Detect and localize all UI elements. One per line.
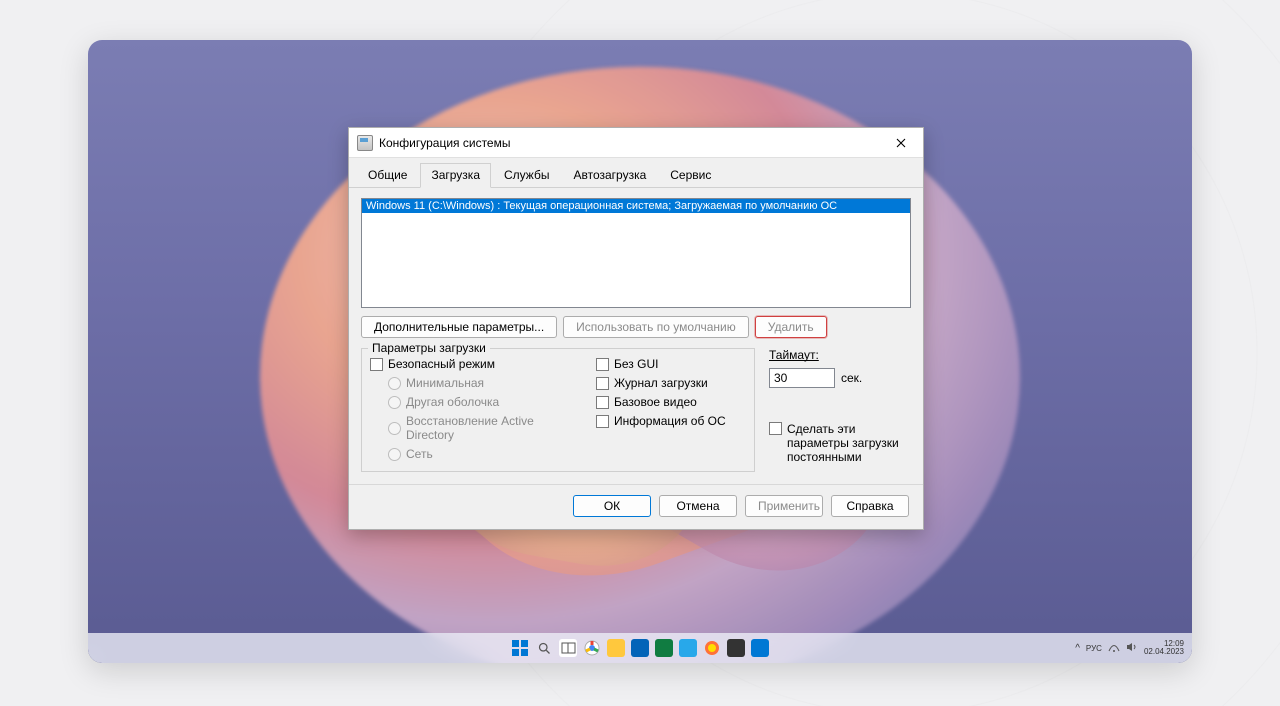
start-button[interactable] <box>511 639 529 657</box>
radio-icon <box>388 448 401 461</box>
set-default-button: Использовать по умолчанию <box>563 316 749 338</box>
osinfo-label: Информация об ОС <box>614 414 726 428</box>
excel-icon[interactable] <box>655 639 673 657</box>
radio-icon <box>388 396 401 409</box>
tab-bar: Общие Загрузка Службы Автозагрузка Серви… <box>349 158 923 188</box>
taskbar[interactable]: ^ РУС 12:09 02.04.2023 <box>88 633 1192 663</box>
search-icon[interactable] <box>535 639 553 657</box>
tab-boot[interactable]: Загрузка <box>420 163 491 188</box>
boot-params-group: Параметры загрузки Безопасный режим Мини… <box>361 348 755 472</box>
close-icon <box>896 136 906 151</box>
edge-icon[interactable] <box>679 639 697 657</box>
bootlog-checkbox[interactable]: Журнал загрузки <box>596 376 746 390</box>
safeboot-label: Безопасный режим <box>388 357 495 371</box>
minimal-label: Минимальная <box>406 376 484 390</box>
checkbox-icon[interactable] <box>769 422 782 435</box>
checkbox-icon[interactable] <box>596 358 609 371</box>
settings-icon[interactable] <box>751 639 769 657</box>
basevideo-checkbox[interactable]: Базовое видео <box>596 395 746 409</box>
safeboot-altshell-radio: Другая оболочка <box>388 395 580 409</box>
safe-boot-column: Безопасный режим Минимальная Другая обол… <box>370 357 580 461</box>
tab-general[interactable]: Общие <box>357 163 418 188</box>
checkbox-icon[interactable] <box>596 415 609 428</box>
radio-icon <box>388 377 401 390</box>
word-icon[interactable] <box>631 639 649 657</box>
timeout-label: Таймаут: <box>769 348 911 362</box>
tab-startup[interactable]: Автозагрузка <box>562 163 657 188</box>
clock[interactable]: 12:09 02.04.2023 <box>1144 640 1184 656</box>
volume-icon[interactable] <box>1126 642 1138 655</box>
checkbox-icon[interactable] <box>370 358 383 371</box>
make-permanent-label: Сделать эти параметры загрузки постоянны… <box>787 422 911 464</box>
advanced-options-button[interactable]: Дополнительные параметры... <box>361 316 557 338</box>
dsrepair-label: Восстановление Active Directory <box>406 414 580 442</box>
bootlog-label: Журнал загрузки <box>614 376 708 390</box>
timeout-suffix: сек. <box>841 371 862 385</box>
radio-icon <box>388 422 401 435</box>
taskview-icon[interactable] <box>559 639 577 657</box>
system-tray[interactable]: ^ РУС 12:09 02.04.2023 <box>1075 633 1184 663</box>
checkbox-icon[interactable] <box>596 377 609 390</box>
basevideo-label: Базовое видео <box>614 395 697 409</box>
desktop-frame: Конфигурация системы Общие Загрузка Служ… <box>88 40 1192 663</box>
tab-services[interactable]: Службы <box>493 163 560 188</box>
ok-button[interactable]: ОК <box>573 495 651 517</box>
cancel-button[interactable]: Отмена <box>659 495 737 517</box>
nogui-label: Без GUI <box>614 357 658 371</box>
dialog-footer: ОК Отмена Применить Справка <box>349 484 923 529</box>
altshell-label: Другая оболочка <box>406 395 499 409</box>
safeboot-checkbox-row[interactable]: Безопасный режим <box>370 357 580 371</box>
firefox-icon[interactable] <box>703 639 721 657</box>
safeboot-minimal-radio: Минимальная <box>388 376 580 390</box>
date-text: 02.04.2023 <box>1144 648 1184 656</box>
safeboot-dsrepair-radio: Восстановление Active Directory <box>388 414 580 442</box>
msconfig-icon <box>357 135 373 151</box>
timeout-row: сек. <box>769 368 911 388</box>
terminal-icon[interactable] <box>727 639 745 657</box>
os-action-row: Дополнительные параметры... Использовать… <box>361 316 911 338</box>
chrome-icon[interactable] <box>583 639 601 657</box>
close-button[interactable] <box>879 128 923 158</box>
window-title: Конфигурация системы <box>379 136 510 150</box>
titlebar[interactable]: Конфигурация системы <box>349 128 923 158</box>
timeout-input[interactable] <box>769 368 835 388</box>
os-list[interactable]: Windows 11 (C:\Windows) : Текущая операц… <box>361 198 911 308</box>
tab-tools[interactable]: Сервис <box>659 163 722 188</box>
delete-button: Удалить <box>755 316 827 338</box>
os-list-item[interactable]: Windows 11 (C:\Windows) : Текущая операц… <box>362 199 910 213</box>
timeout-column: Таймаут: сек. Сделать эти параметры загр… <box>769 348 911 472</box>
language-indicator[interactable]: РУС <box>1086 644 1102 653</box>
taskbar-center <box>511 639 769 657</box>
msconfig-dialog: Конфигурация системы Общие Загрузка Служ… <box>348 127 924 530</box>
apply-button: Применить <box>745 495 823 517</box>
group-title: Параметры загрузки <box>368 341 490 355</box>
boot-options-column: Без GUI Журнал загрузки Базовое видео <box>596 357 746 461</box>
checkbox-icon[interactable] <box>596 396 609 409</box>
help-button[interactable]: Справка <box>831 495 909 517</box>
osinfo-checkbox[interactable]: Информация об ОС <box>596 414 746 428</box>
safeboot-network-radio: Сеть <box>388 447 580 461</box>
tab-content-boot: Windows 11 (C:\Windows) : Текущая операц… <box>349 188 923 484</box>
network-icon[interactable] <box>1108 642 1120 655</box>
explorer-icon[interactable] <box>607 639 625 657</box>
boot-sections: Параметры загрузки Безопасный режим Мини… <box>361 348 911 472</box>
tray-chevron-icon[interactable]: ^ <box>1075 643 1080 654</box>
nogui-checkbox[interactable]: Без GUI <box>596 357 746 371</box>
make-permanent-checkbox[interactable]: Сделать эти параметры загрузки постоянны… <box>769 422 911 464</box>
network-label: Сеть <box>406 447 433 461</box>
